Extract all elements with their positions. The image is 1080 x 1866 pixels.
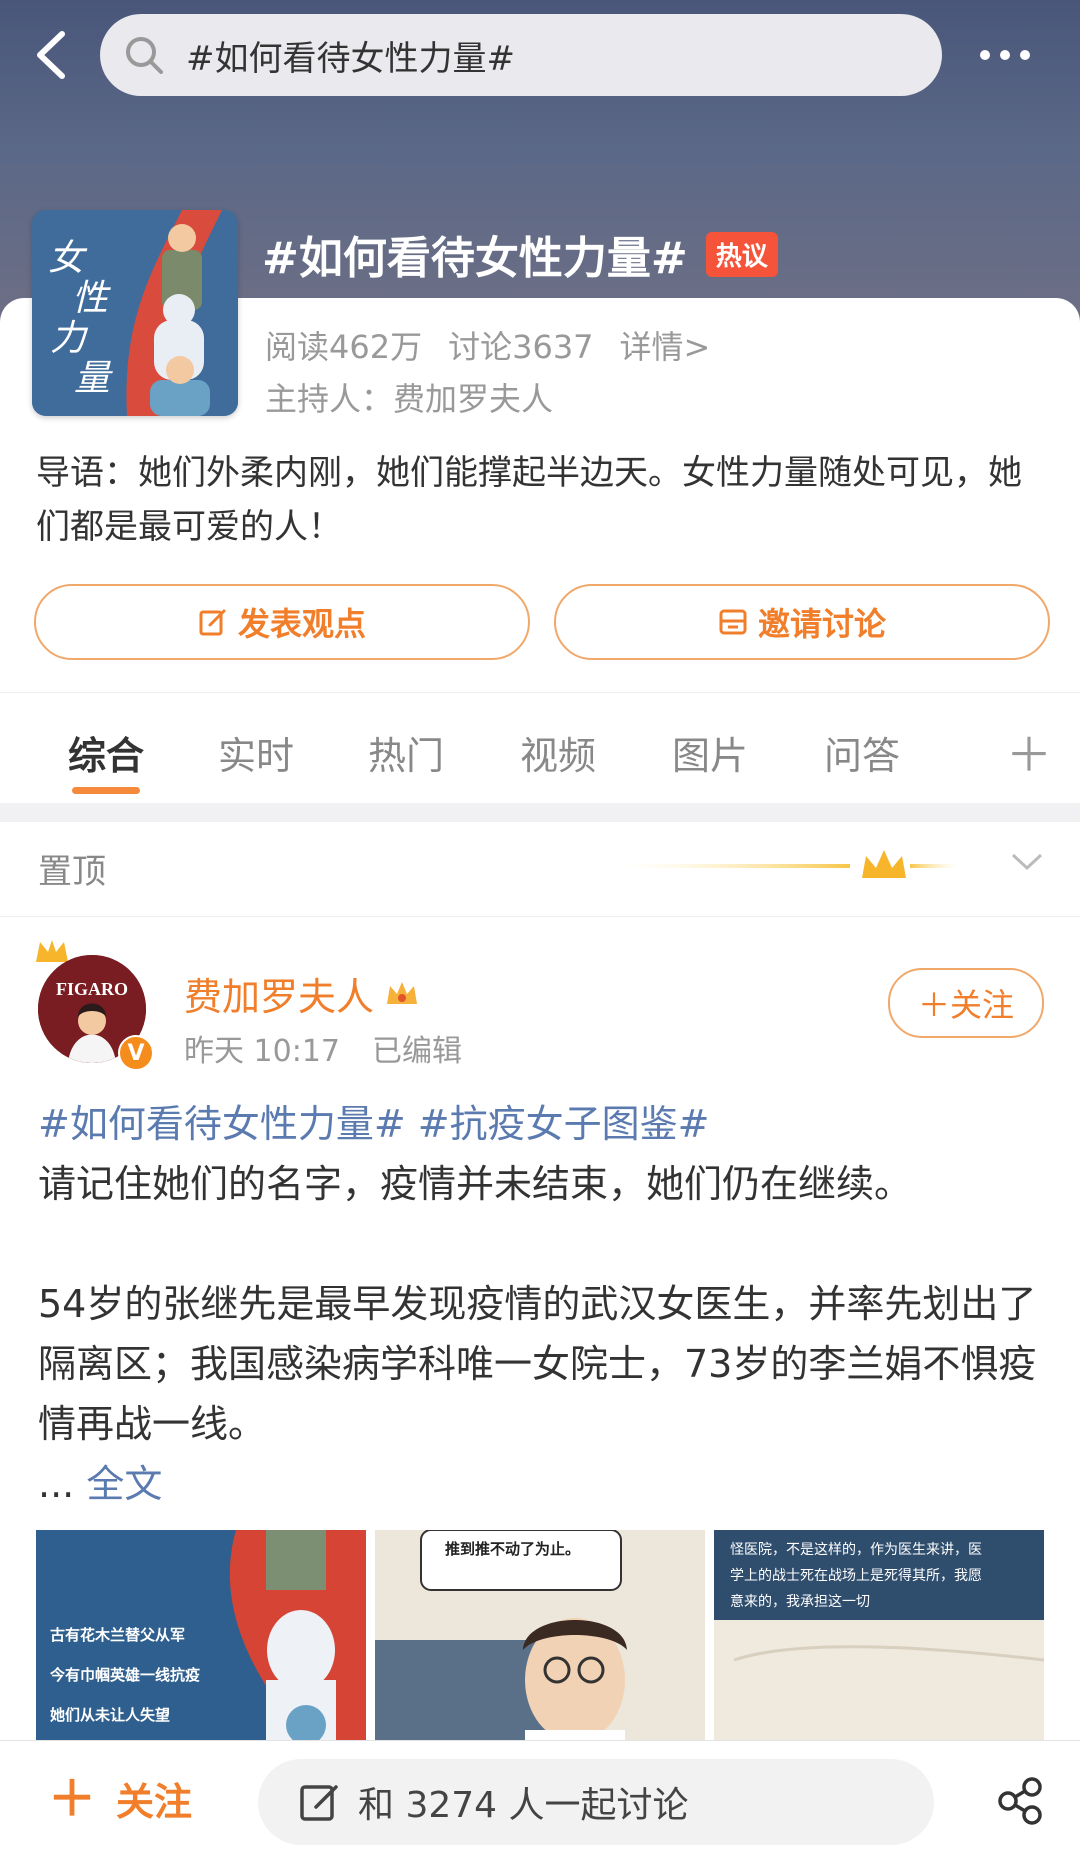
topic-title-text: #如何看待女性力量#: [262, 233, 688, 284]
compose-icon: [300, 1785, 338, 1821]
share-icon[interactable]: [994, 1775, 1046, 1827]
more-dot-icon: [1000, 50, 1010, 60]
image-caption: 推到推不动了为止。: [445, 1540, 580, 1558]
author-name-text: 费加罗夫人: [184, 975, 375, 1019]
back-button[interactable]: [30, 28, 74, 82]
pinned-section: 置顶: [0, 822, 1080, 917]
more-dot-icon: [1020, 50, 1030, 60]
svg-text:量: 量: [74, 358, 113, 398]
hot-badge: 热议: [705, 231, 778, 277]
post-body: #如何看待女性力量# #抗疫女子图鉴# 请记住她们的名字，疫情并未结束，她们仍在…: [38, 1094, 1048, 1514]
discussion-count: 讨论3637: [448, 328, 594, 366]
image-caption: 她们从未让人失望: [50, 1706, 170, 1724]
tab-realtime[interactable]: 实时: [218, 725, 294, 780]
tab-hot[interactable]: 热门: [368, 725, 444, 780]
add-tab-button[interactable]: ＋: [1006, 719, 1052, 785]
edited-label: 已编辑: [372, 1034, 462, 1069]
pinned-label: 置顶: [38, 852, 106, 892]
crown-decoration-icon: [620, 850, 960, 878]
post-image[interactable]: 古有花木兰替父从军 今有巾帼英雄一线抗疫 她们从未让人失望: [36, 1530, 366, 1740]
edit-icon: [199, 609, 226, 636]
feed-tabs: 综合 实时 热门 视频 图片 问答 ＋: [0, 692, 1080, 803]
avatar-text: FIGARO: [56, 979, 128, 999]
image-caption: 意来的，我承担这一切: [730, 1593, 870, 1610]
ellipsis: ...: [38, 1462, 75, 1506]
active-tab-indicator: [72, 787, 140, 794]
post-meta: 昨天 10:17 已编辑: [184, 1026, 462, 1070]
tab-video[interactable]: 视频: [520, 725, 596, 780]
invite-discussion-button[interactable]: 邀请讨论: [554, 584, 1050, 660]
section-divider: [0, 802, 1080, 822]
read-count: 阅读462万: [265, 328, 423, 366]
image-caption: 今有巾帼英雄一线抗疫: [49, 1666, 200, 1684]
search-input[interactable]: [184, 34, 908, 76]
search-icon: [126, 37, 163, 74]
tab-images[interactable]: 图片: [672, 725, 748, 780]
verified-badge-icon: V: [118, 1035, 154, 1071]
cover-text: 女: [48, 238, 88, 278]
hashtag-link[interactable]: #抗疫女子图鉴#: [418, 1102, 710, 1146]
invite-discussion-label: 邀请讨论: [757, 605, 886, 643]
hashtag-link[interactable]: #如何看待女性力量#: [38, 1102, 406, 1146]
topic-stats: 阅读462万 讨论3637 详情>: [265, 322, 710, 368]
topic-cover-image: 女 性 力 量: [32, 210, 238, 416]
more-menu-button[interactable]: [980, 38, 1050, 72]
tab-qa[interactable]: 问答: [824, 725, 900, 780]
vip-crown-icon: [387, 981, 418, 1004]
image-caption: 怪医院，不是这样的，作为医生来讲，医: [730, 1541, 982, 1558]
post-opinion-label: 发表观点: [237, 605, 366, 643]
svg-text:性: 性: [72, 278, 111, 318]
chevron-down-icon[interactable]: [1010, 852, 1044, 872]
topic-intro: 导语：她们外柔内刚，她们能撑起半边天。女性力量随处可见，她们都是最可爱的人！: [36, 453, 1022, 547]
post-opinion-button[interactable]: 发表观点: [34, 584, 530, 660]
details-link[interactable]: 详情>: [620, 322, 711, 368]
image-caption: 古有花木兰替父从军: [50, 1626, 185, 1644]
topic-host: 主持人：费加罗夫人: [265, 380, 554, 418]
discuss-label: 和 3274 人一起讨论: [358, 1785, 689, 1826]
author-name[interactable]: 费加罗夫人: [184, 966, 420, 1021]
post-time: 昨天 10:17: [184, 1034, 340, 1069]
post-line: 请记住她们的名字，疫情并未结束，她们仍在继续。: [38, 1162, 913, 1206]
tab-comprehensive[interactable]: 综合: [68, 725, 144, 780]
bottom-follow-label: 关注: [116, 1780, 193, 1824]
bottom-action-bar: ＋ 关注 和 3274 人一起讨论: [0, 1740, 1080, 1866]
search-bar[interactable]: [100, 14, 942, 96]
post-image[interactable]: 推到推不动了为止。: [375, 1530, 705, 1740]
top-bar: [0, 0, 1080, 110]
full-text-link[interactable]: 全文: [86, 1462, 162, 1506]
follow-button[interactable]: ＋关注: [888, 968, 1044, 1038]
join-discussion-input[interactable]: 和 3274 人一起讨论: [258, 1759, 934, 1845]
invite-icon: [719, 609, 747, 635]
plus-icon: ＋: [48, 1770, 97, 1827]
back-arrow-icon: [37, 31, 65, 79]
more-dot-icon: [980, 50, 990, 60]
topic-title: #如何看待女性力量# 热议: [262, 222, 778, 286]
bottom-follow-button[interactable]: ＋ 关注: [48, 1771, 192, 1826]
svg-text:力: 力: [50, 318, 89, 358]
post-image[interactable]: 怪医院，不是这样的，作为医生来讲，医 学上的战士死在战场上是死得其所，我愿 意来…: [714, 1530, 1044, 1740]
post-paragraph: 54岁的张继先是最早发现疫情的武汉女医生，并率先划出了隔离区；我国感染病学科唯一…: [38, 1282, 1037, 1446]
image-caption: 学上的战士死在战场上是死得其所，我愿: [730, 1567, 982, 1584]
